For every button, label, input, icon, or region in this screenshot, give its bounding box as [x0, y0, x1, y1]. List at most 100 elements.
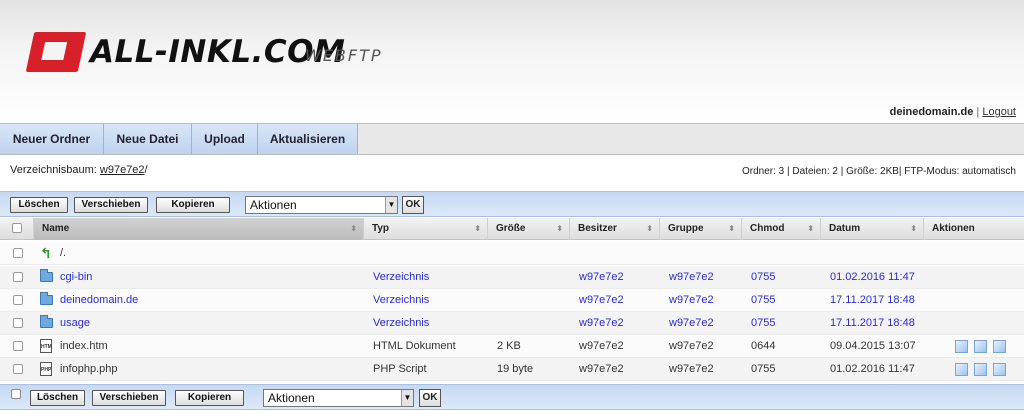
sort-icon: ⬍: [646, 224, 653, 233]
table-header: Name ⬍ Typ ⬍ Größe ⬍ Besitzer ⬍ Gruppe ⬍ Chmo…: [0, 218, 1024, 240]
file-chmod: 0755: [751, 363, 776, 375]
new-folder-button[interactable]: Neuer Ordner: [0, 124, 104, 154]
domain-label: deinedomain.de: [889, 106, 974, 118]
file-owner[interactable]: w97e7e2: [579, 312, 624, 335]
actions-select[interactable]: Aktionen ▼: [245, 196, 398, 214]
file-size: 2 KB: [497, 340, 521, 352]
view-icon[interactable]: [974, 363, 987, 376]
sort-icon: ⬍: [807, 224, 814, 233]
directory-tree-label: Verzeichnisbaum:: [10, 164, 97, 176]
action-bar-top: Löschen Verschieben Kopieren Aktionen ▼ …: [0, 191, 1024, 217]
directory-tree: Verzeichnisbaum: w97e7e2/: [10, 164, 148, 176]
row-checkbox[interactable]: [13, 248, 23, 258]
directory-stats: Ordner: 3 | Dateien: 2 | Größe: 2KB| FTP…: [741, 166, 1016, 177]
file-owner: w97e7e2: [579, 363, 624, 375]
logout-link[interactable]: Logout: [982, 106, 1016, 118]
sort-icon: ⬍: [350, 224, 357, 233]
file-date: 17.11.2017 18:48: [830, 294, 915, 306]
sort-icon: ⬍: [728, 224, 735, 233]
file-type: Verzeichnis: [373, 317, 430, 329]
file-chmod[interactable]: 0755: [751, 266, 775, 289]
row-checkbox[interactable]: [13, 341, 23, 351]
path-row: Verzeichnisbaum: w97e7e2/ Ordner: 3 | Da…: [0, 156, 1024, 188]
logo-icon: [25, 32, 87, 72]
file-type: Verzeichnis: [373, 271, 430, 283]
column-name[interactable]: Name ⬍: [34, 218, 364, 240]
actions-select-value: Aktionen: [250, 198, 297, 212]
view-icon[interactable]: [974, 340, 987, 353]
move-button[interactable]: Verschieben: [74, 197, 148, 213]
logo-subtitle: WEBFTP: [305, 46, 383, 65]
table-row: cgi-bin Verzeichnis w97e7e2 w97e7e2 0755…: [0, 266, 1024, 289]
file-group[interactable]: w97e7e2: [669, 289, 714, 312]
actions-select[interactable]: Aktionen ▼: [263, 389, 414, 407]
file-date: 17.11.2017 18:48: [830, 317, 915, 329]
file-group: w97e7e2: [669, 363, 714, 375]
chevron-down-icon: ▼: [385, 197, 397, 213]
user-bar-separator: |: [976, 106, 980, 118]
file-group[interactable]: w97e7e2: [669, 312, 714, 335]
table-row: HTM index.htm HTML Dokument 2 KB w97e7e2…: [0, 335, 1024, 358]
file-group: w97e7e2: [669, 340, 714, 352]
column-group[interactable]: Gruppe ⬍: [660, 218, 742, 240]
file-owner[interactable]: w97e7e2: [579, 266, 624, 289]
file-name-link[interactable]: usage: [60, 312, 90, 335]
upload-button[interactable]: Upload: [192, 124, 258, 154]
file-chmod[interactable]: 0755: [751, 312, 775, 335]
file-size: 19 byte: [497, 363, 534, 375]
file-name-link[interactable]: deinedomain.de: [60, 289, 138, 312]
row-checkbox[interactable]: [13, 364, 23, 374]
file-chmod: 0644: [751, 340, 776, 352]
edit-icon[interactable]: [955, 363, 968, 376]
column-actions: Aktionen: [932, 223, 975, 234]
row-checkbox[interactable]: [13, 272, 23, 282]
file-group[interactable]: w97e7e2: [669, 266, 714, 289]
row-checkbox[interactable]: [13, 318, 23, 328]
select-all-checkbox[interactable]: [12, 223, 22, 233]
copy-button[interactable]: Kopieren: [175, 390, 244, 406]
table-row: PHP infophp.php PHP Script 19 byte w97e7…: [0, 358, 1024, 381]
rename-icon[interactable]: [993, 340, 1006, 353]
chevron-down-icon: ▼: [401, 390, 413, 406]
column-date[interactable]: Datum ⬍: [821, 218, 924, 240]
copy-button[interactable]: Kopieren: [156, 197, 230, 213]
directory-link[interactable]: w97e7e2: [100, 164, 145, 176]
file-name[interactable]: index.htm: [60, 335, 108, 358]
edit-icon[interactable]: [955, 340, 968, 353]
select-all-checkbox-bottom[interactable]: [11, 389, 21, 399]
delete-button[interactable]: Löschen: [10, 197, 68, 213]
app-header: ALL-INKL.COM WEBFTP deinedomain.de | Log…: [0, 0, 1024, 124]
refresh-button[interactable]: Aktualisieren: [258, 124, 358, 154]
file-date: 01.02.2016 11:47: [830, 363, 915, 375]
file-date: 01.02.2016 11:47: [830, 271, 915, 283]
toolbar-nav: Neuer Ordner Neue Datei Upload Aktualisi…: [0, 124, 1024, 155]
table-row: usage Verzeichnis w97e7e2 w97e7e2 0755 1…: [0, 312, 1024, 335]
sort-icon: ⬍: [910, 224, 917, 233]
new-file-button[interactable]: Neue Datei: [104, 124, 192, 154]
file-owner: w97e7e2: [579, 340, 624, 352]
sort-icon: ⬍: [556, 224, 563, 233]
actions-select-value: Aktionen: [268, 391, 315, 405]
row-checkbox[interactable]: [13, 295, 23, 305]
column-type[interactable]: Typ ⬍: [364, 218, 488, 240]
ok-button[interactable]: OK: [402, 196, 424, 214]
column-size[interactable]: Größe ⬍: [488, 218, 570, 240]
parent-directory-row[interactable]: ↰ /.: [0, 242, 1024, 265]
file-name-link[interactable]: cgi-bin: [60, 266, 92, 289]
file-name[interactable]: infophp.php: [60, 358, 118, 381]
php-file-icon: PHP: [40, 362, 52, 376]
folder-icon: [40, 315, 53, 328]
rename-icon[interactable]: [993, 363, 1006, 376]
ok-button[interactable]: OK: [419, 389, 441, 407]
file-date: 09.04.2015 13:07: [830, 340, 916, 352]
move-button[interactable]: Verschieben: [92, 390, 166, 406]
parent-directory-label[interactable]: /.: [60, 242, 66, 265]
folder-icon: [40, 292, 53, 305]
file-chmod[interactable]: 0755: [751, 289, 775, 312]
column-chmod[interactable]: Chmod ⬍: [742, 218, 821, 240]
file-owner[interactable]: w97e7e2: [579, 289, 624, 312]
column-owner[interactable]: Besitzer ⬍: [570, 218, 660, 240]
delete-button[interactable]: Löschen: [30, 390, 85, 406]
sort-icon: ⬍: [474, 224, 481, 233]
select-all-cell: [0, 218, 34, 240]
